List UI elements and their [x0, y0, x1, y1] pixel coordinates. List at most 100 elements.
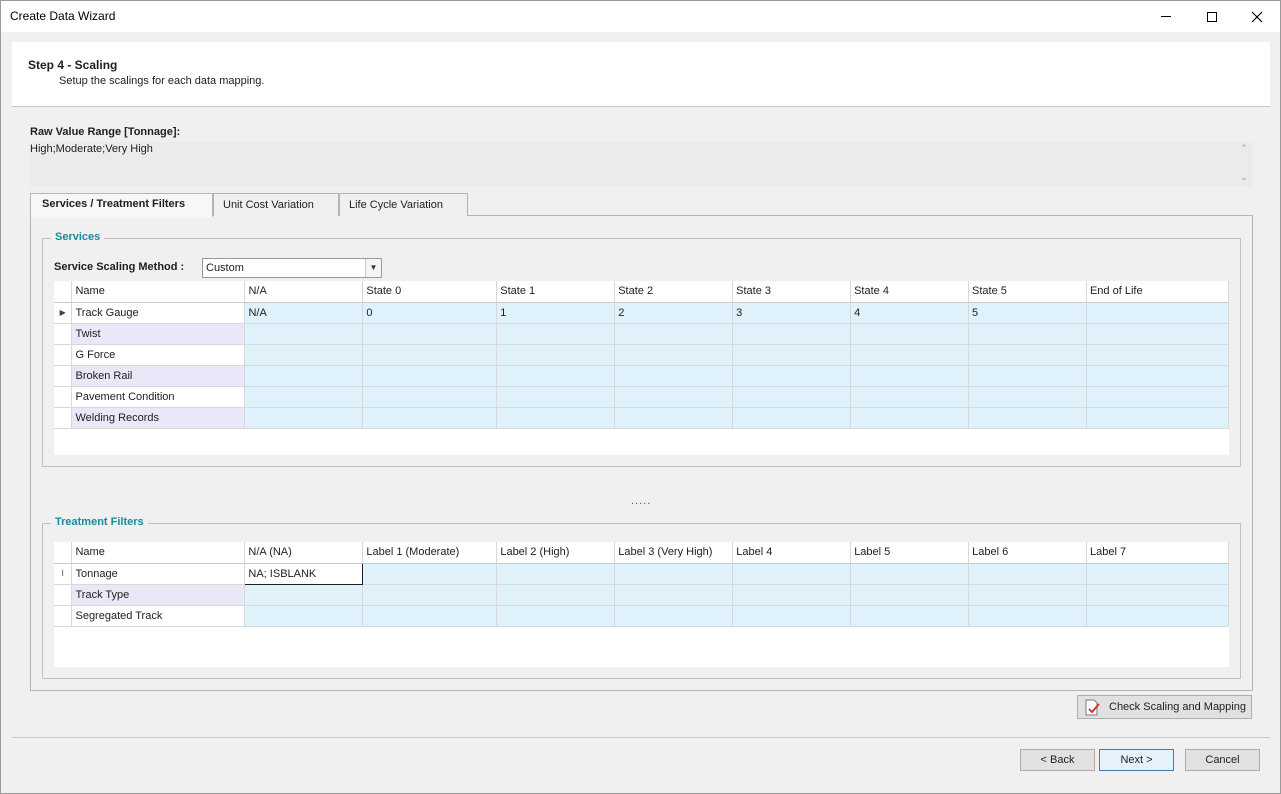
grid-cell[interactable] — [614, 386, 734, 408]
column-header[interactable]: Label 5 — [850, 542, 970, 564]
column-header[interactable]: State 4 — [850, 281, 970, 303]
column-header[interactable]: State 0 — [362, 281, 498, 303]
row-indicator[interactable] — [54, 365, 73, 387]
grid-cell[interactable] — [362, 386, 498, 408]
grid-cell[interactable] — [1086, 386, 1230, 408]
row-name-cell[interactable]: Track Gauge — [71, 302, 246, 324]
grid-cell[interactable]: N/A — [244, 302, 364, 324]
grid-cell[interactable] — [968, 584, 1088, 606]
grid-cell[interactable] — [362, 563, 498, 585]
grid-cell[interactable] — [968, 365, 1087, 387]
grid-cell[interactable]: 1 — [496, 302, 616, 324]
grid-cell[interactable] — [732, 407, 852, 429]
column-header[interactable]: Label 6 — [968, 542, 1088, 564]
grid-cell[interactable] — [496, 563, 616, 585]
grid-cell[interactable] — [362, 407, 498, 429]
grid-cell[interactable] — [850, 344, 970, 366]
column-header[interactable]: State 2 — [614, 281, 734, 303]
grid-cell[interactable] — [244, 407, 364, 429]
grid-cell[interactable]: 4 — [850, 302, 970, 324]
grid-cell[interactable] — [1086, 344, 1230, 366]
table-row[interactable]: Track Type — [54, 584, 1229, 606]
tab-unit-cost[interactable]: Unit Cost Variation — [213, 193, 339, 216]
column-header[interactable]: N/A — [244, 281, 364, 303]
column-header[interactable]: State 1 — [496, 281, 616, 303]
grid-cell[interactable] — [496, 365, 616, 387]
grid-cell[interactable] — [496, 584, 616, 606]
column-header[interactable]: N/A (NA) — [244, 542, 364, 564]
grid-cell[interactable] — [732, 584, 852, 606]
grid-cell[interactable] — [244, 605, 364, 627]
panel-splitter[interactable]: ..... — [631, 495, 651, 507]
grid-cell[interactable]: 0 — [362, 302, 498, 324]
grid-cell[interactable] — [614, 563, 734, 585]
table-row[interactable]: Pavement Condition — [54, 386, 1230, 408]
grid-cell[interactable] — [732, 323, 852, 345]
raw-range-box[interactable]: High;Moderate;Very High ⌃ ⌄ — [30, 142, 1253, 187]
grid-cell[interactable] — [244, 344, 364, 366]
grid-cell[interactable] — [850, 323, 970, 345]
grid-cell[interactable] — [1086, 302, 1230, 324]
grid-cell[interactable] — [614, 407, 734, 429]
grid-cell[interactable] — [496, 323, 616, 345]
scroll-up-icon[interactable]: ⌃ — [1237, 143, 1251, 157]
table-row[interactable]: G Force — [54, 344, 1230, 366]
check-scaling-button[interactable]: Check Scaling and Mapping — [1077, 695, 1252, 719]
grid-cell[interactable] — [850, 365, 970, 387]
grid-cell[interactable] — [496, 407, 616, 429]
text-cursor-icon[interactable]: I — [54, 563, 73, 585]
grid-cell[interactable] — [850, 563, 970, 585]
close-button[interactable] — [1234, 1, 1280, 32]
grid-cell[interactable] — [732, 563, 852, 585]
cancel-button[interactable]: Cancel — [1185, 749, 1260, 771]
row-indicator[interactable] — [54, 605, 73, 627]
tab-life-cycle[interactable]: Life Cycle Variation — [339, 193, 468, 216]
row-name-cell[interactable]: Track Type — [71, 584, 246, 606]
grid-cell[interactable] — [496, 386, 616, 408]
column-header[interactable]: Label 2 (High) — [496, 542, 616, 564]
row-name-cell[interactable]: Segregated Track — [71, 605, 246, 627]
grid-cell[interactable] — [968, 563, 1088, 585]
grid-cell[interactable] — [1086, 323, 1230, 345]
grid-cell[interactable] — [1086, 605, 1229, 627]
grid-cell[interactable] — [614, 323, 734, 345]
grid-cell[interactable] — [968, 386, 1087, 408]
grid-cell[interactable]: NA; ISBLANK — [244, 562, 364, 585]
grid-cell[interactable] — [1086, 407, 1230, 429]
grid-cell[interactable] — [362, 365, 498, 387]
column-header[interactable]: Label 1 (Moderate) — [362, 542, 498, 564]
column-header[interactable]: Label 7 — [1086, 542, 1229, 564]
scroll-down-icon[interactable]: ⌄ — [1237, 172, 1251, 186]
grid-cell[interactable] — [362, 323, 498, 345]
grid-cell[interactable]: 5 — [968, 302, 1087, 324]
column-header[interactable]: State 3 — [732, 281, 852, 303]
grid-cell[interactable] — [968, 323, 1087, 345]
next-button[interactable]: Next > — [1099, 749, 1174, 771]
grid-cell[interactable]: 3 — [732, 302, 852, 324]
grid-cell[interactable] — [362, 584, 498, 606]
grid-cell[interactable] — [362, 605, 498, 627]
table-row[interactable]: Broken Rail — [54, 365, 1230, 387]
grid-cell[interactable] — [968, 605, 1088, 627]
grid-cell[interactable] — [496, 344, 616, 366]
grid-cell[interactable] — [244, 584, 364, 606]
row-name-cell[interactable]: Twist — [71, 323, 246, 345]
grid-cell[interactable] — [244, 323, 364, 345]
grid-cell[interactable] — [968, 344, 1087, 366]
grid-cell[interactable] — [614, 584, 734, 606]
grid-cell[interactable] — [1086, 584, 1229, 606]
row-pointer-icon[interactable]: ▶ — [54, 302, 73, 324]
grid-cell[interactable]: 2 — [614, 302, 734, 324]
row-name-cell[interactable]: Welding Records — [71, 407, 246, 429]
table-row[interactable]: Twist — [54, 323, 1230, 345]
grid-cell[interactable] — [850, 407, 970, 429]
row-indicator[interactable] — [54, 407, 73, 429]
grid-cell[interactable] — [1086, 365, 1230, 387]
table-row[interactable]: ▶ Track Gauge N/A 0 1 2 3 4 5 — [54, 302, 1230, 324]
row-name-cell[interactable]: Pavement Condition — [71, 386, 246, 408]
grid-cell[interactable] — [850, 584, 970, 606]
column-header[interactable]: State 5 — [968, 281, 1087, 303]
grid-cell[interactable] — [614, 365, 734, 387]
grid-cell[interactable] — [362, 344, 498, 366]
grid-cell[interactable] — [244, 386, 364, 408]
